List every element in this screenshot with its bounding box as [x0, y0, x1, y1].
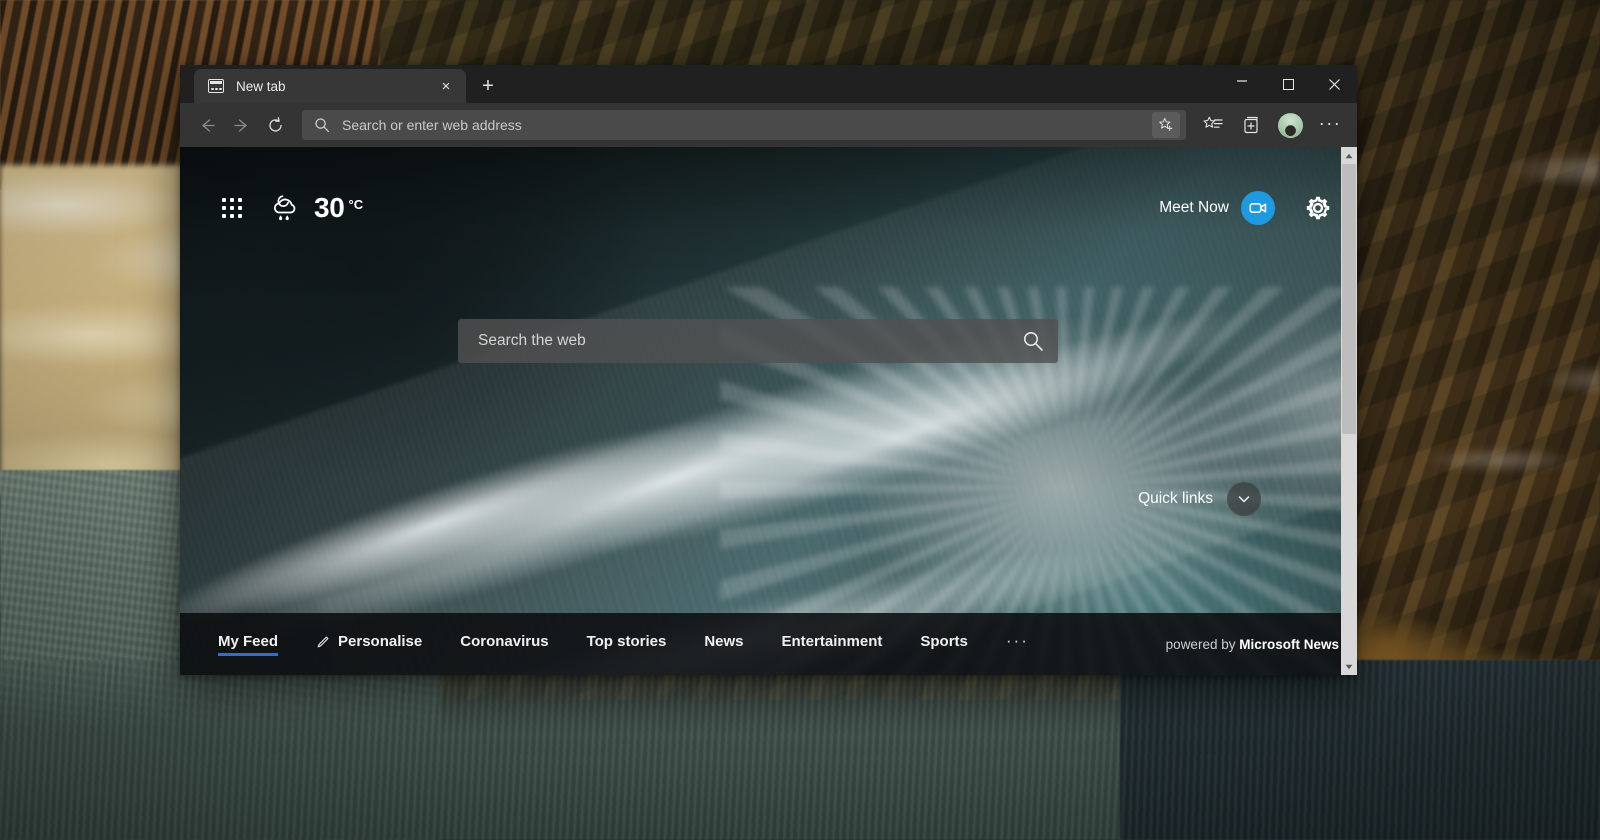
new-tab-button[interactable]: +: [472, 70, 504, 102]
address-bar-placeholder: Search or enter web address: [342, 117, 522, 133]
more-horizontal-icon: ···: [1318, 113, 1342, 133]
quick-links-label: Quick links: [1138, 490, 1213, 507]
scrollbar-thumb[interactable]: [1342, 164, 1356, 434]
scroll-down-arrow-icon[interactable]: [1341, 658, 1357, 675]
search-submit-icon[interactable]: [1022, 330, 1044, 352]
news-feed-tabbar: My Feed Personalise Coronavirus Top stor…: [180, 613, 1357, 675]
feed-tab-label: Coronavirus: [460, 633, 549, 650]
collections-icon: [1243, 116, 1258, 133]
minimize-icon: [1237, 80, 1247, 82]
feed-tab-label: Personalise: [338, 633, 423, 650]
feed-tab-personalise[interactable]: Personalise: [316, 633, 422, 655]
feed-tab-label: Sports: [920, 633, 968, 650]
pencil-icon: [316, 634, 331, 649]
feed-tab-label: My Feed: [218, 633, 279, 650]
back-arrow-icon: [201, 118, 215, 132]
meet-now-button[interactable]: [1241, 191, 1275, 225]
new-tab-page: 30 °C Meet Now Search the web Quick link…: [180, 147, 1357, 675]
feed-tab-top-stories[interactable]: Top stories: [587, 633, 667, 655]
title-bar: New tab × +: [180, 65, 1357, 103]
powered-by-brand: Microsoft News: [1239, 636, 1339, 652]
forward-arrow-icon: [233, 118, 247, 132]
meet-now-label: Meet Now: [1159, 199, 1229, 216]
quick-links-section: Quick links: [1138, 482, 1261, 516]
weather-widget[interactable]: 30 °C: [268, 192, 363, 224]
feed-tab-label: Entertainment: [781, 633, 883, 650]
app-launcher-icon[interactable]: [222, 198, 242, 218]
powered-by-prefix: powered by: [1165, 636, 1240, 652]
web-search-box[interactable]: Search the web: [458, 319, 1058, 363]
page-settings-button[interactable]: [1301, 191, 1335, 225]
browser-window-icon: [208, 79, 224, 93]
new-tab-top-right-actions: Meet Now: [1159, 191, 1335, 225]
feed-more-button[interactable]: ···: [1006, 632, 1029, 649]
feed-tab-my-feed[interactable]: My Feed: [218, 633, 279, 656]
browser-tab-new-tab[interactable]: New tab ×: [194, 69, 466, 103]
feed-tab-news[interactable]: News: [704, 633, 743, 655]
powered-by-label: powered by Microsoft News: [1166, 637, 1339, 652]
tab-title: New tab: [236, 78, 286, 94]
scroll-up-arrow-icon[interactable]: [1341, 147, 1357, 164]
minimize-button[interactable]: [1219, 65, 1265, 103]
close-tab-icon[interactable]: ×: [434, 74, 458, 98]
settings-and-more-button[interactable]: ···: [1313, 108, 1347, 142]
window-controls: [1219, 65, 1357, 103]
video-camera-icon: [1249, 203, 1267, 213]
cloud-moon-rain-icon: [268, 193, 306, 223]
close-icon: [1328, 78, 1340, 90]
maximize-icon: [1282, 78, 1294, 90]
new-tab-top-bar: 30 °C Meet Now: [180, 187, 1357, 229]
address-bar[interactable]: Search or enter web address: [302, 110, 1186, 140]
profile-avatar[interactable]: [1278, 112, 1303, 138]
favorites-button[interactable]: [1196, 108, 1230, 142]
chevron-down-icon: [1238, 496, 1250, 503]
scrollbar-track[interactable]: [1341, 164, 1357, 658]
forward-button[interactable]: [224, 108, 258, 142]
feed-tab-label: News: [704, 633, 744, 650]
navigation-toolbar: Search or enter web address ···: [180, 103, 1357, 147]
search-icon: [314, 117, 330, 133]
feed-tab-entertainment[interactable]: Entertainment: [782, 633, 883, 655]
weather-unit: °C: [348, 197, 364, 212]
add-favorite-icon[interactable]: [1152, 112, 1180, 138]
feed-tab-label: Top stories: [586, 633, 667, 650]
browser-window: New tab × + Search or enter web address …: [180, 65, 1357, 675]
favorites-list-icon: [1203, 116, 1223, 128]
gear-icon: [1306, 196, 1330, 220]
feed-tab-coronavirus[interactable]: Coronavirus: [460, 633, 548, 655]
refresh-button[interactable]: [258, 108, 292, 142]
desktop-wallpaper: New tab × + Search or enter web address …: [0, 0, 1600, 840]
maximize-button[interactable]: [1265, 65, 1311, 103]
close-window-button[interactable]: [1311, 65, 1357, 103]
back-button[interactable]: [190, 108, 224, 142]
refresh-icon: [268, 116, 282, 132]
page-scrollbar[interactable]: [1341, 147, 1357, 675]
collections-button[interactable]: [1234, 108, 1268, 142]
web-search-placeholder: Search the web: [478, 332, 586, 349]
weather-temperature: 30: [314, 192, 345, 223]
quick-links-expand-button[interactable]: [1227, 482, 1261, 516]
feed-tab-sports[interactable]: Sports: [920, 633, 968, 655]
